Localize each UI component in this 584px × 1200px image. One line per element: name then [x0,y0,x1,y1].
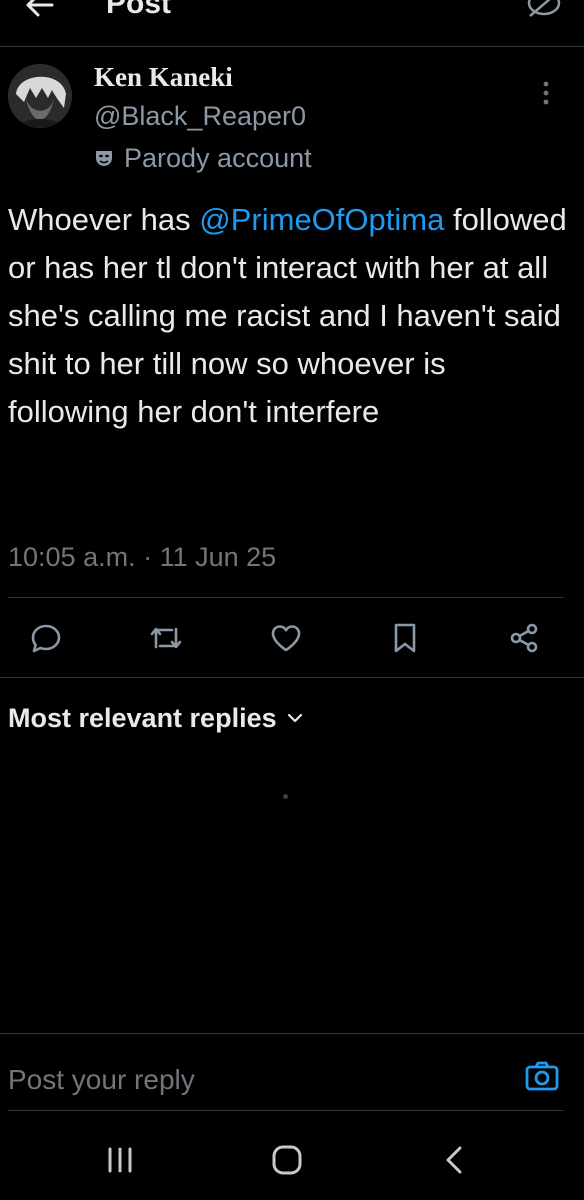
chevron-down-icon [287,712,303,724]
divider [0,677,584,678]
post-text: Whoever has @PrimeOfOptima followed or h… [8,196,568,436]
page-title: Post [106,0,172,20]
avatar[interactable] [8,64,72,128]
display-name[interactable]: Ken Kaneki [94,60,233,94]
loading-indicator [283,794,288,799]
replies-sort-label: Most relevant replies [8,703,277,733]
replies-sort-dropdown[interactable]: Most relevant replies [8,700,303,736]
share-icon[interactable] [504,618,544,658]
mask-icon [94,148,114,168]
more-options-icon[interactable] [542,80,550,106]
home-icon[interactable] [270,1144,304,1176]
bookmark-icon[interactable] [385,618,425,658]
post-text-start: Whoever has [8,202,200,237]
top-bar [0,0,584,47]
reply-settings-icon[interactable] [524,0,564,20]
divider [8,1110,564,1111]
mention-link[interactable]: @PrimeOfOptima [199,202,444,237]
camera-icon[interactable] [524,1058,560,1094]
recents-icon[interactable] [104,1146,136,1174]
parody-label: Parody account [124,143,312,173]
back-nav-icon[interactable] [440,1144,470,1176]
divider [0,1033,584,1034]
repost-icon[interactable] [146,618,186,658]
user-handle[interactable]: @Black_Reaper0 [94,98,306,134]
reply-input[interactable] [8,1058,488,1102]
divider [8,597,564,598]
reply-icon[interactable] [26,618,66,658]
like-icon[interactable] [266,618,306,658]
back-arrow-icon[interactable] [22,0,56,22]
parody-badge: Parody account [94,140,312,176]
post-timestamp[interactable]: 10:05 a.m. · 11 Jun 25 [8,537,276,577]
